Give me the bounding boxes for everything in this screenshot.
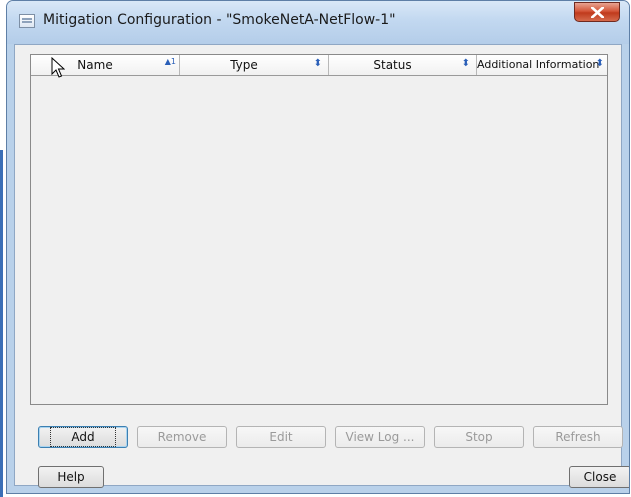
- column-header-type[interactable]: Type ⬍: [180, 55, 329, 75]
- sort-ascending-icon: ▲1: [164, 57, 176, 66]
- dialog-window: Mitigation Configuration - "SmokeNetA-Ne…: [6, 0, 630, 494]
- mitigation-table[interactable]: Name ▲1 Type ⬍ Status ⬍ Additional Infor…: [30, 54, 608, 405]
- refresh-button[interactable]: Refresh: [533, 426, 623, 448]
- add-button[interactable]: Add: [38, 426, 128, 448]
- add-button-label: Add: [50, 427, 116, 447]
- remove-button[interactable]: Remove: [137, 426, 227, 448]
- edit-button[interactable]: Edit: [236, 426, 326, 448]
- dialog-icon: [19, 14, 35, 28]
- window-title: Mitigation Configuration - "SmokeNetA-Ne…: [43, 12, 396, 28]
- sort-toggle-icon: ⬍: [313, 58, 322, 69]
- column-header-additional-information[interactable]: Additional Information ⬍: [477, 55, 607, 75]
- column-header-label: Additional Information: [477, 58, 600, 71]
- column-header-status[interactable]: Status ⬍: [329, 55, 477, 75]
- column-header-label: Status: [373, 58, 412, 72]
- sort-toggle-icon: ⬍: [461, 58, 470, 69]
- view-log-button[interactable]: View Log ...: [335, 426, 425, 448]
- close-button[interactable]: Close: [569, 466, 629, 488]
- mouse-pointer-icon: [51, 57, 65, 78]
- close-x-icon: [591, 7, 604, 18]
- sort-toggle-icon: ⬍: [595, 58, 604, 69]
- background-window-edge: [0, 150, 3, 497]
- table-header: Name ▲1 Type ⬍ Status ⬍ Additional Infor…: [31, 55, 607, 76]
- action-button-row: Add Remove Edit View Log ... Stop Refres…: [38, 426, 623, 448]
- dialog-client-area: Name ▲1 Type ⬍ Status ⬍ Additional Infor…: [14, 44, 629, 488]
- stop-button[interactable]: Stop: [434, 426, 524, 448]
- window-close-button[interactable]: [574, 2, 620, 22]
- column-header-label: Type: [230, 58, 258, 72]
- screen: Mitigation Configuration - "SmokeNetA-Ne…: [0, 0, 631, 497]
- title-bar[interactable]: Mitigation Configuration - "SmokeNetA-Ne…: [7, 1, 629, 44]
- help-button[interactable]: Help: [38, 466, 104, 488]
